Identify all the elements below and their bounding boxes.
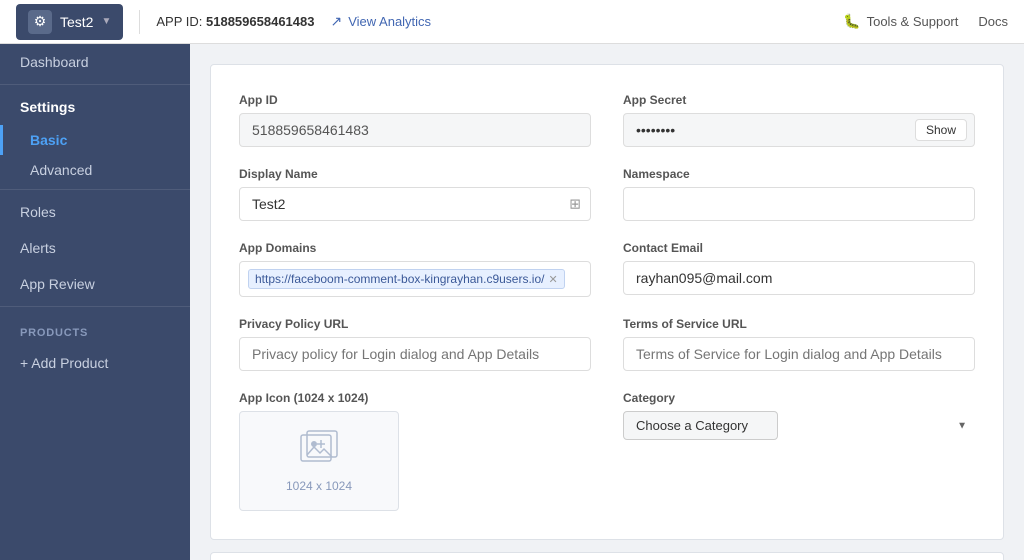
category-select[interactable]: Choose a Category Games Business Educati… xyxy=(623,411,778,440)
app-domains-group: App Domains https://faceboom-comment-box… xyxy=(239,241,591,297)
display-name-label: Display Name xyxy=(239,167,591,181)
app-icon-upload[interactable]: 1024 x 1024 xyxy=(239,411,399,511)
category-label: Category xyxy=(623,391,975,405)
bug-icon: 🐛 xyxy=(843,13,860,30)
sidebar-subitem-basic[interactable]: Basic xyxy=(0,125,190,155)
view-analytics-link[interactable]: ↗ View Analytics xyxy=(330,13,431,30)
sidebar-subitem-advanced[interactable]: Advanced xyxy=(0,155,190,185)
contact-email-group: Contact Email xyxy=(623,241,975,297)
gear-icon: ⚙ xyxy=(28,10,52,34)
analytics-icon: ↗ xyxy=(330,13,342,30)
tag-remove-icon[interactable]: ✕ xyxy=(548,273,557,286)
app-secret-label: App Secret xyxy=(623,93,975,107)
tools-support-link[interactable]: 🐛 Tools & Support xyxy=(843,13,958,30)
chevron-down-icon: ▼ xyxy=(957,420,967,431)
display-name-input[interactable] xyxy=(239,187,591,221)
sidebar-item-settings[interactable]: Settings xyxy=(0,89,190,125)
layout: Dashboard Settings Basic Advanced Roles … xyxy=(0,44,1024,560)
namespace-label: Namespace xyxy=(623,167,975,181)
app-id-label: APP ID: 518859658461483 xyxy=(156,14,314,29)
app-name: Test2 xyxy=(60,14,93,30)
add-product-button[interactable]: + Add Product xyxy=(0,345,190,381)
topbar-divider xyxy=(139,10,140,34)
form-row-5: App Icon (1024 x 1024) xyxy=(239,391,975,511)
sidebar-item-app-review[interactable]: App Review xyxy=(0,266,190,302)
display-name-wrapper: ⊞ xyxy=(239,187,591,221)
namespace-group: Namespace xyxy=(623,167,975,221)
add-platform-button[interactable]: + Add Platform xyxy=(210,552,1004,560)
display-name-group: Display Name ⊞ xyxy=(239,167,591,221)
app-secret-group: App Secret Show xyxy=(623,93,975,147)
contact-email-label: Contact Email xyxy=(623,241,975,255)
products-section-label: PRODUCTS xyxy=(0,311,190,345)
sidebar: Dashboard Settings Basic Advanced Roles … xyxy=(0,44,190,560)
privacy-policy-input[interactable] xyxy=(239,337,591,371)
app-domains-label: App Domains xyxy=(239,241,591,255)
app-icon-group: App Icon (1024 x 1024) xyxy=(239,391,591,511)
tos-label: Terms of Service URL xyxy=(623,317,975,331)
form-row-2: Display Name ⊞ Namespace xyxy=(239,167,975,221)
docs-link[interactable]: Docs xyxy=(978,14,1008,29)
app-id-input[interactable] xyxy=(239,113,591,147)
sidebar-item-dashboard[interactable]: Dashboard xyxy=(0,44,190,80)
sidebar-item-alerts[interactable]: Alerts xyxy=(0,230,190,266)
app-selector[interactable]: ⚙ Test2 ▼ xyxy=(16,4,123,40)
form-row-3: App Domains https://faceboom-comment-box… xyxy=(239,241,975,297)
domain-tag[interactable]: https://faceboom-comment-box-kingrayhan.… xyxy=(248,269,565,289)
privacy-policy-group: Privacy Policy URL xyxy=(239,317,591,371)
category-group: Category Choose a Category Games Busines… xyxy=(623,391,975,511)
tos-group: Terms of Service URL xyxy=(623,317,975,371)
topbar: ⚙ Test2 ▼ APP ID: 518859658461483 ↗ View… xyxy=(0,0,1024,44)
settings-card: App ID App Secret Show Display Name xyxy=(210,64,1004,540)
app-secret-wrapper: Show xyxy=(623,113,975,147)
namespace-input[interactable] xyxy=(623,187,975,221)
app-id-group: App ID xyxy=(239,93,591,147)
form-row-1: App ID App Secret Show xyxy=(239,93,975,147)
icon-size-label: 1024 x 1024 xyxy=(286,479,352,493)
main-content: App ID App Secret Show Display Name xyxy=(190,44,1024,560)
chevron-down-icon: ▼ xyxy=(101,16,111,27)
show-secret-button[interactable]: Show xyxy=(915,119,967,141)
form-row-4: Privacy Policy URL Terms of Service URL xyxy=(239,317,975,371)
topbar-right: 🐛 Tools & Support Docs xyxy=(843,13,1008,30)
sidebar-item-roles[interactable]: Roles xyxy=(0,194,190,230)
app-domains-input[interactable]: https://faceboom-comment-box-kingrayhan.… xyxy=(239,261,591,297)
privacy-policy-label: Privacy Policy URL xyxy=(239,317,591,331)
contact-email-input[interactable] xyxy=(623,261,975,295)
tos-input[interactable] xyxy=(623,337,975,371)
category-dropdown-wrapper: Choose a Category Games Business Educati… xyxy=(623,411,975,440)
image-placeholder-icon xyxy=(299,430,339,473)
app-icon-label: App Icon (1024 x 1024) xyxy=(239,391,591,405)
app-id-label: App ID xyxy=(239,93,591,107)
edit-icon: ⊞ xyxy=(569,196,581,213)
